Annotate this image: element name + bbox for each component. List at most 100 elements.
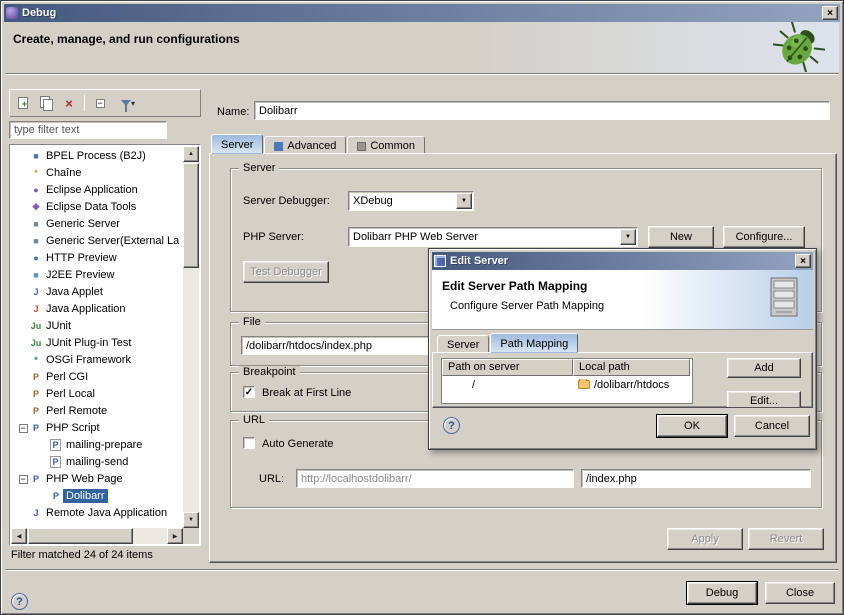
tree-item-generic-server[interactable]: ■Generic Server — [11, 215, 183, 232]
add-mapping-button[interactable]: Add — [727, 358, 801, 378]
tree-item-bpel-process-b2j-[interactable]: ■BPEL Process (B2J) — [11, 147, 183, 164]
dialog-banner: Edit Server Path Mapping Configure Serve… — [432, 270, 813, 330]
combo-arrow-icon[interactable]: ▼ — [620, 229, 636, 245]
debug-button[interactable]: Debug — [687, 582, 757, 604]
dialog-help-button[interactable]: ? — [443, 417, 460, 434]
tree-horizontal-scrollbar[interactable]: ◀ ▶ — [11, 528, 183, 544]
filter-button[interactable]: ▾ — [113, 93, 143, 113]
server-debugger-value: XDebug — [353, 195, 455, 207]
filter-icon — [121, 100, 131, 106]
column-local-path[interactable]: Local path — [573, 359, 690, 376]
column-path-on-server[interactable]: Path on server — [442, 359, 573, 376]
duplicate-configuration-button[interactable] — [36, 93, 56, 113]
combo-arrow-icon[interactable]: ▼ — [456, 193, 472, 209]
new-server-button[interactable]: New — [648, 226, 714, 248]
tree-item-perl-local[interactable]: PPerl Local — [11, 385, 183, 402]
url-group-title: URL — [239, 414, 269, 426]
url-path-input[interactable] — [581, 469, 811, 488]
path-mapping-tab-page: Path on server Local path / /dolibarr/ht… — [432, 352, 813, 408]
new-configuration-button[interactable]: + — [13, 93, 33, 113]
tree-item-label: Dolibarr — [63, 489, 108, 503]
tree-item-java-application[interactable]: JJava Application — [11, 300, 183, 317]
junit-icon: Ju — [29, 338, 43, 348]
tree-item-label: Java Applet — [43, 285, 106, 299]
revert-button[interactable]: Revert — [748, 528, 824, 550]
tab-common[interactable]: Common — [347, 136, 425, 154]
tree-expander-icon[interactable]: − — [19, 475, 28, 484]
tree-item-php-web-page[interactable]: −PPHP Web Page — [11, 470, 183, 487]
php-page-icon: P — [49, 491, 63, 501]
cancel-button[interactable]: Cancel — [734, 415, 810, 437]
tree-item-junit-plug-in-test[interactable]: JuJUnit Plug-in Test — [11, 334, 183, 351]
tree-item-eclipse-application[interactable]: ●Eclipse Application — [11, 181, 183, 198]
close-button[interactable]: Close — [765, 582, 835, 604]
tab-advanced[interactable]: Advanced — [264, 136, 346, 154]
table-row[interactable]: / /dolibarr/htdocs — [442, 376, 692, 393]
tab-dialog-server[interactable]: Server — [437, 335, 489, 353]
ok-button[interactable]: OK — [657, 415, 727, 437]
tab-path-mapping[interactable]: Path Mapping — [490, 333, 578, 353]
server-debugger-combo[interactable]: XDebug ▼ — [348, 191, 474, 211]
name-input[interactable] — [254, 101, 830, 120]
auto-url-input[interactable] — [296, 469, 574, 488]
php-file-icon: P — [50, 456, 61, 468]
tree-item-remote-java-application[interactable]: JRemote Java Application — [11, 504, 183, 521]
test-debugger-button[interactable]: Test Debugger — [243, 261, 329, 283]
tree-item-label: Perl Remote — [43, 404, 110, 418]
scroll-up-icon[interactable]: ▲ — [183, 146, 199, 162]
tree-vertical-scrollbar[interactable]: ▲ ▼ — [183, 146, 199, 528]
apply-button[interactable]: Apply — [667, 528, 743, 550]
collapse-all-button[interactable]: − — [90, 93, 110, 113]
auto-generate-checkbox[interactable] — [243, 437, 255, 449]
window-close-button[interactable]: × — [822, 6, 838, 20]
window-icon — [6, 7, 18, 19]
tree-item-dolibarr[interactable]: PDolibarr — [11, 487, 183, 504]
tree-item-junit[interactable]: JuJUnit — [11, 317, 183, 334]
delete-configuration-button[interactable]: × — [59, 93, 79, 113]
tree-item-perl-remote[interactable]: PPerl Remote — [11, 402, 183, 419]
tree-item-php-script[interactable]: −PPHP Script — [11, 419, 183, 436]
scroll-left-icon[interactable]: ◀ — [11, 528, 27, 544]
advanced-tab-icon — [274, 142, 283, 151]
tree-expander-icon[interactable]: − — [19, 424, 28, 433]
tree-item-mailing-send[interactable]: Pmailing-send — [11, 453, 183, 470]
eclipse-data-icon: ◆ — [29, 201, 43, 212]
tab-server[interactable]: Server — [211, 134, 263, 154]
tree-item-mailing-prepare[interactable]: Pmailing-prepare — [11, 436, 183, 453]
configure-server-button[interactable]: Configure... — [723, 226, 805, 248]
edit-mapping-button[interactable]: Edit... — [727, 391, 801, 408]
url-label: URL: — [259, 473, 284, 485]
scroll-right-icon[interactable]: ▶ — [167, 528, 183, 544]
tree-item-osgi-framework[interactable]: *OSGi Framework — [11, 351, 183, 368]
path-mapping-table[interactable]: Path on server Local path / /dolibarr/ht… — [441, 358, 693, 404]
horizontal-scroll-thumb[interactable] — [28, 528, 133, 544]
tree-item-perl-cgi[interactable]: PPerl CGI — [11, 368, 183, 385]
footer-separator — [5, 569, 839, 571]
tree-item-cha-ne[interactable]: *Chaîne — [11, 164, 183, 181]
tree-item-java-applet[interactable]: JJava Applet — [11, 283, 183, 300]
break-first-line-checkbox[interactable]: ✓ — [243, 386, 255, 398]
local-path-value: /dolibarr/htdocs — [594, 379, 669, 391]
filter-dropdown-icon: ▾ — [131, 99, 135, 108]
tree-item-http-preview[interactable]: ●HTTP Preview — [11, 249, 183, 266]
php-server-combo[interactable]: Dolibarr PHP Web Server ▼ — [348, 227, 638, 247]
tree-item-label: Perl CGI — [43, 370, 91, 384]
dialog-titlebar[interactable]: Edit Server × — [432, 252, 813, 270]
dialog-close-button[interactable]: × — [795, 254, 811, 268]
tree-item-j2ee-preview[interactable]: ■J2EE Preview — [11, 266, 183, 283]
tree-expander-slot: − — [15, 473, 29, 485]
scroll-down-icon[interactable]: ▼ — [183, 512, 199, 528]
bpel-icon: ■ — [29, 151, 43, 161]
tree-item-generic-server-external-la[interactable]: ■Generic Server(External La — [11, 232, 183, 249]
dialog-heading: Edit Server Path Mapping — [442, 279, 587, 293]
j2ee-icon: ■ — [29, 270, 43, 280]
dialog-subheading: Configure Server Path Mapping — [450, 300, 604, 312]
tree-item-eclipse-data-tools[interactable]: ◆Eclipse Data Tools — [11, 198, 183, 215]
chain-icon: * — [29, 168, 43, 178]
server-image-icon — [767, 276, 801, 323]
help-button[interactable]: ? — [11, 593, 28, 610]
window-titlebar[interactable]: Debug × — [4, 4, 840, 22]
filter-input[interactable] — [9, 121, 167, 139]
vertical-scroll-thumb[interactable] — [183, 163, 199, 268]
tree-item-label: HTTP Preview — [43, 251, 120, 265]
